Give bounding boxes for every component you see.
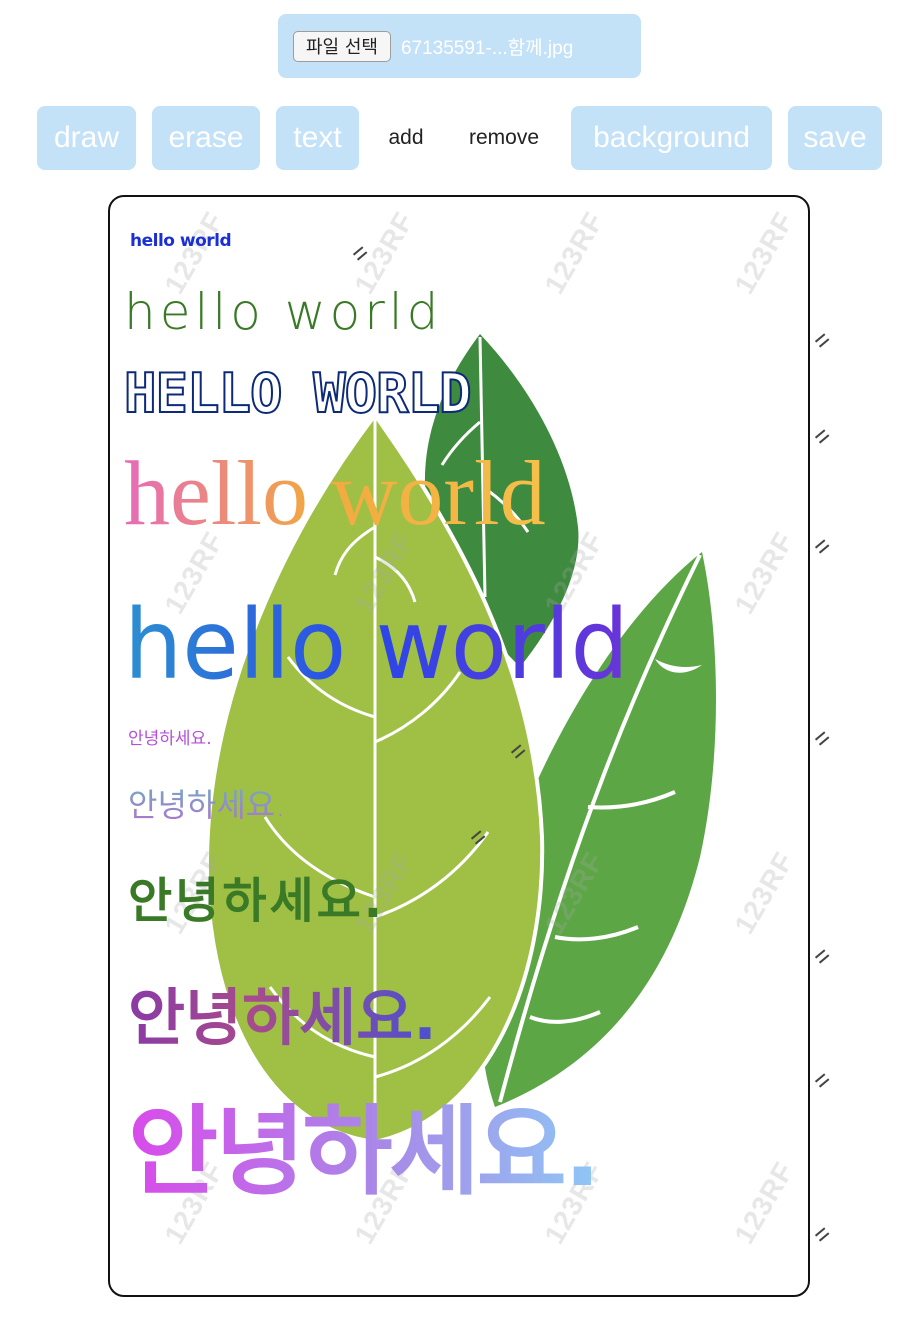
resize-handle[interactable] [814,950,828,960]
resize-handle[interactable] [814,334,828,344]
remove-button[interactable]: remove [454,106,554,170]
save-button[interactable]: save [788,106,882,170]
resize-handle[interactable] [814,430,828,440]
resize-handle[interactable] [814,1074,828,1084]
canvas-text-object[interactable]: hello world [130,233,232,250]
canvas-text-object[interactable]: 안녕하세요. [128,877,385,925]
canvas-text-object[interactable]: hello world [124,447,546,539]
canvas-text-object[interactable]: HELLO WORLD [123,366,473,422]
drawing-canvas[interactable]: 123RF 123RF 123RF 123RF 123RF 123RF 123R… [108,195,810,1297]
canvas-text-object[interactable]: 안녕하세요. [128,731,212,748]
resize-handle[interactable] [470,831,484,841]
canvas-text-object[interactable]: 안녕하세요. [128,789,285,821]
canvas-text-object[interactable]: hello world [124,287,442,337]
canvas-text-object[interactable]: 안녕하세요. [128,1103,601,1201]
erase-button[interactable]: erase [152,106,260,170]
file-picker[interactable]: 파일 선택 67135591-...함께.jpg [278,14,641,78]
resize-handle[interactable] [814,540,828,550]
add-button[interactable]: add [374,106,438,170]
file-select-button[interactable]: 파일 선택 [293,30,391,62]
canvas-text-object[interactable]: hello world [124,596,629,694]
background-button[interactable]: background [571,106,772,170]
resize-handle[interactable] [814,732,828,742]
resize-handle[interactable] [352,247,366,257]
file-name-label: 67135591-...함께.jpg [400,37,574,59]
canvas-text-object[interactable]: 안녕하세요. [128,987,437,1049]
text-button[interactable]: text [276,106,359,170]
draw-button[interactable]: draw [37,106,136,170]
resize-handle[interactable] [814,1228,828,1238]
resize-handle[interactable] [510,745,524,755]
